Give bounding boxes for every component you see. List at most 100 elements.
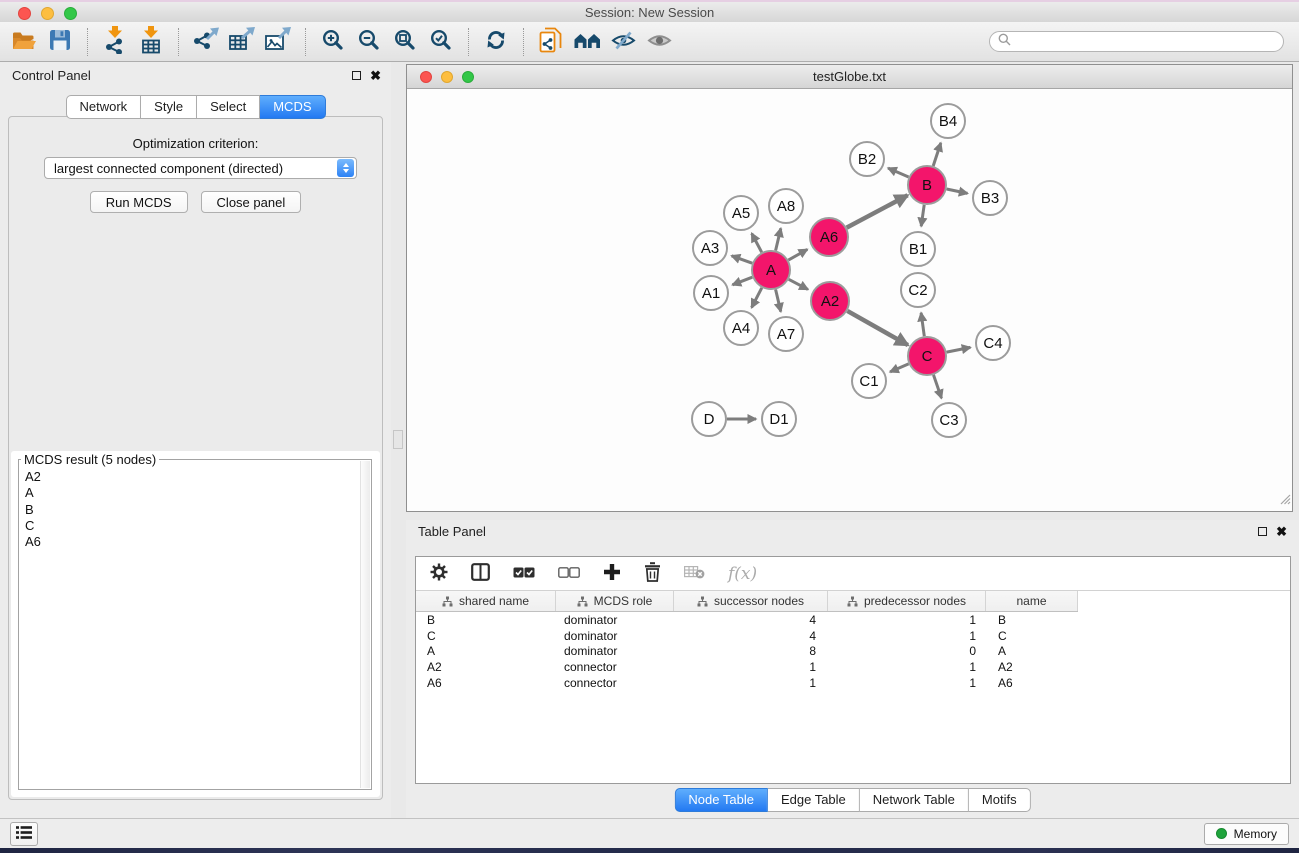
minimize-network-window-button[interactable]	[441, 71, 453, 83]
search-input[interactable]	[1016, 34, 1275, 49]
select-all-button[interactable]	[513, 560, 535, 588]
open-session-button[interactable]	[6, 26, 42, 58]
graph-edge-A2-C[interactable]	[847, 311, 908, 345]
table-cell[interactable]: dominator	[556, 643, 674, 659]
graph-edge-B-B2[interactable]	[888, 168, 909, 177]
graph-edge-A6-B[interactable]	[847, 195, 908, 227]
table-cell[interactable]: A6	[986, 675, 1078, 691]
panel-divider[interactable]	[391, 62, 406, 818]
mcds-result-item[interactable]: B	[25, 502, 360, 518]
table-cell[interactable]: dominator	[556, 628, 674, 644]
float-table-panel-icon[interactable]	[1258, 527, 1267, 536]
close-panel-button[interactable]: Close panel	[201, 191, 302, 213]
table-cell[interactable]: 4	[674, 612, 828, 628]
import-table-button[interactable]	[133, 26, 169, 58]
scrollbar-track[interactable]	[360, 461, 370, 788]
divider-grip-icon[interactable]	[393, 430, 403, 449]
zoom-in-button[interactable]	[315, 26, 351, 58]
graph-edge-C-C1[interactable]	[890, 364, 909, 372]
network-canvas[interactable]: B4B2BB3A5A8A6A3B1AC2A1A2A4A7CC4C1C3DD1	[407, 89, 1292, 511]
zoom-selected-button[interactable]	[423, 26, 459, 58]
graph-edge-B-B1[interactable]	[921, 205, 924, 226]
import-network-button[interactable]	[97, 26, 133, 58]
close-window-button[interactable]	[18, 7, 31, 20]
table-cell[interactable]: A2	[416, 659, 556, 675]
table-cell[interactable]: C	[416, 628, 556, 644]
column-header-name[interactable]: name	[986, 591, 1078, 611]
table-row[interactable]: Bdominator41B	[416, 612, 1078, 628]
export-image-button[interactable]	[260, 26, 296, 58]
window-resize-grip-icon[interactable]	[1278, 492, 1291, 510]
new-network-from-selection-button[interactable]	[533, 26, 569, 58]
minimize-window-button[interactable]	[41, 7, 54, 20]
network-window-titlebar[interactable]: testGlobe.txt	[407, 65, 1292, 89]
memory-button[interactable]: Memory	[1204, 823, 1289, 845]
table-cell[interactable]: connector	[556, 659, 674, 675]
tab-network[interactable]: Network	[65, 95, 141, 119]
zoom-fit-button[interactable]	[387, 26, 423, 58]
table-cell[interactable]: 1	[828, 659, 986, 675]
table-cell[interactable]: A	[986, 643, 1078, 659]
houses-button[interactable]	[569, 26, 605, 58]
show-eye-button[interactable]	[641, 26, 677, 58]
graph-edge-A-A2[interactable]	[789, 279, 808, 289]
run-mcds-button[interactable]: Run MCDS	[90, 191, 188, 213]
tab-network-table[interactable]: Network Table	[860, 788, 969, 812]
mcds-result-item[interactable]: A2	[25, 469, 360, 485]
graph-edge-A-A6[interactable]	[788, 249, 807, 260]
table-cell[interactable]: connector	[556, 675, 674, 691]
table-cell[interactable]: B	[986, 612, 1078, 628]
table-cell[interactable]: C	[986, 628, 1078, 644]
search-field[interactable]	[989, 31, 1284, 52]
hide-eye-button[interactable]	[605, 26, 641, 58]
table-cell[interactable]: 8	[674, 643, 828, 659]
mcds-result-item[interactable]: C	[25, 518, 360, 534]
graph-edge-A-A5[interactable]	[752, 233, 762, 252]
close-network-window-button[interactable]	[420, 71, 432, 83]
graph-edge-C-C3[interactable]	[934, 375, 942, 398]
column-header-mcds-role[interactable]: MCDS role	[556, 591, 674, 611]
table-cell[interactable]: 1	[828, 675, 986, 691]
table-row[interactable]: A2connector11A2	[416, 659, 1078, 675]
table-cell[interactable]: 1	[674, 675, 828, 691]
add-column-button[interactable]	[603, 560, 621, 588]
graph-edge-A-A8[interactable]	[776, 228, 781, 250]
tab-style[interactable]: Style	[141, 95, 197, 119]
graph-edge-A-A4[interactable]	[752, 288, 762, 308]
zoom-network-window-button[interactable]	[462, 71, 474, 83]
table-row[interactable]: Adominator80A	[416, 643, 1078, 659]
delete-rows-button[interactable]	[644, 560, 661, 588]
deselect-all-button[interactable]	[558, 560, 580, 588]
table-settings-button[interactable]	[430, 560, 448, 588]
graph-edge-C-C2[interactable]	[921, 313, 924, 336]
zoom-out-button[interactable]	[351, 26, 387, 58]
table-cell[interactable]: 1	[828, 628, 986, 644]
show-columns-button[interactable]	[471, 560, 490, 588]
table-cell[interactable]: 1	[828, 612, 986, 628]
mcds-result-item[interactable]: A6	[25, 534, 360, 550]
column-header-predecessor-nodes[interactable]: predecessor nodes	[828, 591, 986, 611]
graph-edge-A-A1[interactable]	[733, 277, 753, 285]
float-panel-icon[interactable]	[352, 71, 361, 80]
tab-edge-table[interactable]: Edge Table	[768, 788, 860, 812]
tab-motifs[interactable]: Motifs	[969, 788, 1031, 812]
table-cell[interactable]: 1	[674, 659, 828, 675]
graph-edge-C-C4[interactable]	[947, 347, 971, 352]
table-cell[interactable]: dominator	[556, 612, 674, 628]
tab-mcds[interactable]: MCDS	[260, 95, 325, 119]
table-cell[interactable]: A2	[986, 659, 1078, 675]
task-history-button[interactable]	[10, 822, 38, 846]
tab-node-table[interactable]: Node Table	[674, 788, 768, 812]
table-cell[interactable]: A	[416, 643, 556, 659]
optimization-criterion-select[interactable]: largest connected component (directed)	[44, 157, 357, 179]
graph-edge-A-A7[interactable]	[776, 290, 781, 312]
delete-column-button[interactable]	[684, 560, 705, 588]
table-cell[interactable]: 0	[828, 643, 986, 659]
save-session-button[interactable]	[42, 26, 78, 58]
zoom-window-button[interactable]	[64, 7, 77, 20]
table-cell[interactable]: 4	[674, 628, 828, 644]
graph-edge-B-B4[interactable]	[933, 143, 941, 166]
close-table-panel-icon[interactable]: ✖	[1276, 527, 1287, 537]
refresh-button[interactable]	[478, 26, 514, 58]
graph-edge-B-B3[interactable]	[947, 189, 968, 193]
